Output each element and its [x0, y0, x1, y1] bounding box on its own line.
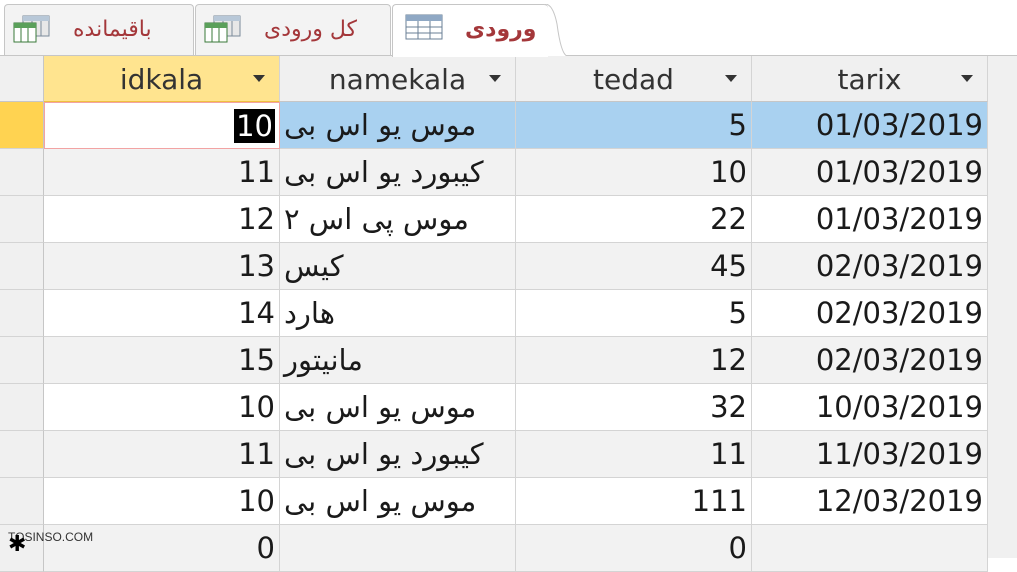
cell-value: مانیتور [284, 343, 363, 377]
tab-vorudi[interactable]: ورودی [392, 4, 548, 57]
cell-namekala[interactable]: موس یو اس بی [280, 384, 516, 431]
cell-tarix[interactable]: 01/03/2019 [752, 102, 988, 149]
column-header-label: tarix [837, 63, 902, 96]
table-row[interactable]: 15 مانیتور 12 02/03/2019 [0, 337, 990, 384]
cell-tedad[interactable]: 32 [516, 384, 752, 431]
cell-namekala[interactable]: کیس [280, 243, 516, 290]
record-selector[interactable] [0, 290, 44, 337]
table-row[interactable]: 11 کیبورد یو اس بی 10 01/03/2019 [0, 149, 990, 196]
cell-tedad[interactable]: 5 [516, 290, 752, 337]
cell-value: کیس [284, 249, 344, 283]
cell-tarix[interactable]: 11/03/2019 [752, 431, 988, 478]
cell-value: موس پی اس ۲ [284, 202, 469, 236]
cell-tarix[interactable] [752, 525, 988, 572]
cell-tedad[interactable]: 10 [516, 149, 752, 196]
select-all-corner[interactable] [0, 56, 44, 102]
cell-namekala[interactable] [280, 525, 516, 572]
record-selector[interactable] [0, 337, 44, 384]
table-row[interactable]: 13 کیس 45 02/03/2019 [0, 243, 990, 290]
cell-tarix[interactable]: 10/03/2019 [752, 384, 988, 431]
cell-value: کیبورد یو اس بی [284, 437, 484, 471]
query-grid-icon [13, 15, 50, 43]
cell-tedad[interactable]: 111 [516, 478, 752, 525]
cell-tarix[interactable]: 01/03/2019 [752, 149, 988, 196]
cell-tarix[interactable]: 02/03/2019 [752, 290, 988, 337]
cell-tedad[interactable]: 45 [516, 243, 752, 290]
cell-idkala[interactable]: 13 [44, 243, 280, 290]
query-grid-icon [204, 15, 241, 43]
table-row[interactable]: 12 موس پی اس ۲ 22 01/03/2019 [0, 196, 990, 243]
record-selector[interactable] [0, 102, 44, 149]
table-icon [405, 14, 443, 40]
record-selector[interactable] [0, 243, 44, 290]
cell-tarix[interactable]: 01/03/2019 [752, 196, 988, 243]
tab-label: کل ورودی [264, 17, 358, 42]
cell-tedad[interactable]: 11 [516, 431, 752, 478]
column-header-idkala[interactable]: idkala [44, 56, 280, 102]
record-selector[interactable] [0, 431, 44, 478]
tab-kol-vorudi[interactable]: کل ورودی [195, 4, 391, 56]
table-row[interactable]: 10 موس یو اس بی 5 01/03/2019 [0, 102, 990, 149]
cell-namekala[interactable]: کیبورد یو اس بی [280, 149, 516, 196]
cell-idkala[interactable]: 10 [44, 478, 280, 525]
dropdown-arrow-icon[interactable] [725, 75, 737, 82]
cell-namekala[interactable]: موس یو اس بی [280, 478, 516, 525]
column-header-namekala[interactable]: namekala [280, 56, 516, 102]
grid-right-margin [988, 56, 1017, 558]
table-row[interactable]: 10 موس یو اس بی 32 10/03/2019 [0, 384, 990, 431]
cell-namekala[interactable]: مانیتور [280, 337, 516, 384]
column-header-label: namekala [328, 63, 467, 96]
cell-value: هارد [284, 296, 336, 330]
cell-tedad[interactable]: 5 [516, 102, 752, 149]
cell-tedad[interactable]: 22 [516, 196, 752, 243]
record-selector[interactable] [0, 478, 44, 525]
column-header-label: tedad [593, 63, 674, 96]
dropdown-arrow-icon[interactable] [961, 75, 973, 82]
record-selector[interactable] [0, 149, 44, 196]
cell-tedad[interactable]: 12 [516, 337, 752, 384]
table-row[interactable]: 10 موس یو اس بی 111 12/03/2019 [0, 478, 990, 525]
cell-tedad[interactable]: 0 [516, 525, 752, 572]
cell-idkala[interactable]: 11 [44, 431, 280, 478]
cell-namekala[interactable]: موس پی اس ۲ [280, 196, 516, 243]
tab-label: ورودی [465, 17, 537, 42]
cell-value: موس یو اس بی [284, 484, 477, 518]
cell-tarix[interactable]: 02/03/2019 [752, 337, 988, 384]
cell-idkala[interactable]: 11 [44, 149, 280, 196]
cell-value: 10 [234, 109, 275, 143]
cell-tarix[interactable]: 02/03/2019 [752, 243, 988, 290]
cell-idkala[interactable]: 10 [44, 102, 280, 149]
column-header-tedad[interactable]: tedad [516, 56, 752, 102]
table-row[interactable]: 11 کیبورد یو اس بی 11 11/03/2019 [0, 431, 990, 478]
cell-idkala[interactable]: 14 [44, 290, 280, 337]
object-tab-bar: باقیمانده کل ورودی ورودی [0, 0, 1017, 57]
record-selector[interactable] [0, 196, 44, 243]
cell-namekala[interactable]: هارد [280, 290, 516, 337]
table-row[interactable]: 14 هارد 5 02/03/2019 [0, 290, 990, 337]
new-record-row[interactable]: 0 0 [0, 525, 990, 572]
cell-tarix[interactable]: 12/03/2019 [752, 478, 988, 525]
cell-value: کیبورد یو اس بی [284, 155, 484, 189]
cell-value: موس یو اس بی [284, 390, 477, 424]
column-header-label: idkala [119, 63, 204, 96]
cell-idkala[interactable]: 12 [44, 196, 280, 243]
tab-baghimande[interactable]: باقیمانده [4, 4, 194, 56]
cell-namekala[interactable]: کیبورد یو اس بی [280, 431, 516, 478]
dropdown-arrow-icon[interactable] [253, 75, 265, 82]
cell-value: موس یو اس بی [284, 108, 477, 142]
new-record-icon: ✱ [8, 532, 27, 557]
cell-idkala[interactable]: 15 [44, 337, 280, 384]
cell-namekala[interactable]: موس یو اس بی [280, 102, 516, 149]
column-header-tarix[interactable]: tarix [752, 56, 988, 102]
tab-curve [545, 4, 567, 56]
cell-idkala[interactable]: 10 [44, 384, 280, 431]
record-selector[interactable] [0, 384, 44, 431]
dropdown-arrow-icon[interactable] [489, 75, 501, 82]
tab-label: باقیمانده [73, 17, 152, 42]
